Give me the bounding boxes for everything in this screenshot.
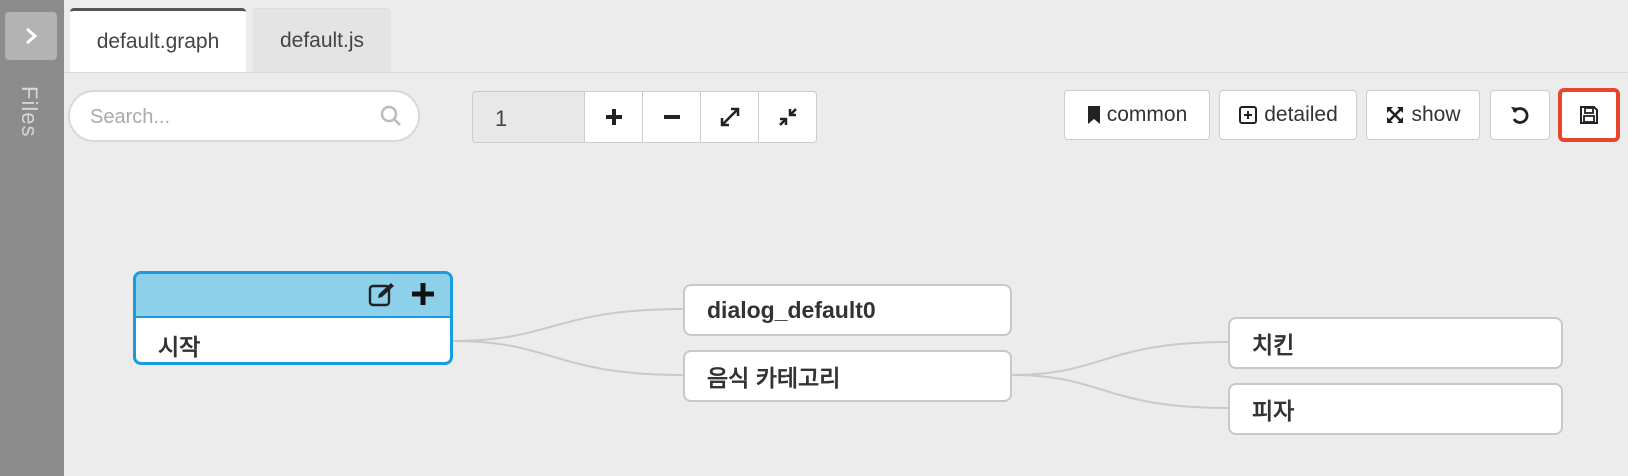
start-node-header	[136, 274, 450, 318]
files-label[interactable]: Files	[16, 86, 42, 137]
pizza-node[interactable]: 피자	[1228, 383, 1563, 435]
add-icon[interactable]	[410, 281, 436, 307]
sidebar-toggle-button[interactable]	[5, 12, 57, 60]
edit-icon[interactable]	[368, 281, 396, 307]
files-sidebar: Files	[0, 0, 64, 476]
start-node[interactable]: 시작	[133, 271, 453, 365]
food-category-node[interactable]: 음식 카테고리	[683, 350, 1012, 402]
dialog-node[interactable]: dialog_default0	[683, 284, 1012, 336]
chevron-right-icon	[26, 27, 38, 45]
chicken-node[interactable]: 치킨	[1228, 317, 1563, 369]
editor-main: default.graph default.js 1	[64, 0, 1628, 476]
start-node-label: 시작	[158, 334, 201, 360]
